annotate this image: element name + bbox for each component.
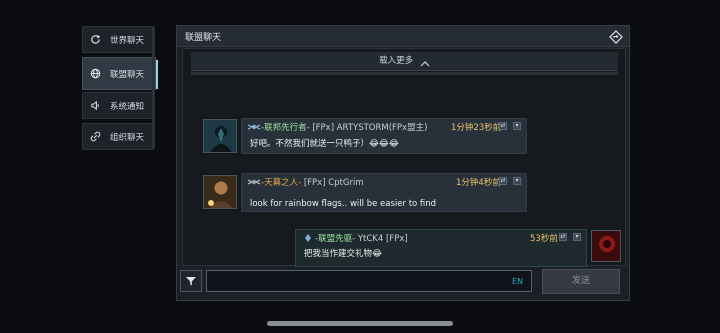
pin-button[interactable]: ▾ [513,122,521,130]
sidebar-item-org-chat[interactable]: 组织聊天 [82,123,154,150]
rank-insignia-icon [247,122,261,132]
alliance-chat-panel: 联盟聊天 载入更多 -联邦先行者- [FPx] ARTYSTORM(FPx盟主)… [176,25,630,301]
send-button[interactable]: 发送 [542,269,620,294]
sidebar-item-label: 联盟聊天 [110,69,145,80]
panel-header: 联盟聊天 [177,26,629,47]
chevron-up-icon [420,57,430,66]
sidebar-item-system-notice[interactable]: 系统通知 [82,92,154,119]
panel-title: 联盟聊天 [185,33,222,43]
sender-title: -联邦先行者- [261,123,310,133]
pin-button[interactable]: ▾ [513,177,521,185]
avatar[interactable] [591,230,621,262]
sidebar-item-world-chat[interactable]: 世界聊天 [82,26,154,53]
refresh-globe-icon [90,34,101,45]
sidebar-divider [152,27,155,148]
sidebar-item-label: 组织聊天 [110,132,145,143]
message-bubble: -联盟先驱- YtCK4 [FPx] 53秒前 ⇄ ▾ 把我当作建交礼物😂 [295,229,587,267]
sender-name: YtCK4 [FPx] [357,234,408,244]
avatar[interactable] [203,119,237,153]
sender-name: [FPx] CptGrim [303,178,364,188]
message-list[interactable]: 载入更多 -联邦先行者- [FPx] ARTYSTORM(FPx盟主) 1分钟2… [182,48,626,267]
message-text: 把我当作建交礼物😂 [304,249,382,259]
pin-button[interactable]: ▾ [573,233,581,241]
avatar[interactable] [203,175,237,209]
globe-icon [90,68,101,79]
composer: EN 发送 [180,269,628,296]
message-bubble: -联邦先行者- [FPx] ARTYSTORM(FPx盟主) 1分钟23秒前 ⇄… [241,118,527,154]
message-bubble: -天幕之人- [FPx] CptGrim 1分钟4秒前 ⇄ ▾ look for… [241,173,527,212]
input-language[interactable]: EN [512,277,523,286]
translate-button[interactable]: ⇄ [499,177,507,185]
sidebar-item-label: 世界聊天 [110,35,145,46]
message-time: 1分钟23秒前 [451,123,502,133]
diamond-arrow-icon[interactable] [609,29,623,44]
speaker-icon [90,100,101,111]
sender-title: -联盟先驱- [315,234,356,244]
sender-line[interactable]: -联邦先行者- [FPx] ARTYSTORM(FPx盟主) [261,121,427,133]
sidebar-item-alliance-chat[interactable]: 联盟聊天 [82,57,158,90]
message-text: look for rainbow flags.. will be easier … [250,199,437,209]
sender-line[interactable]: -联盟先驱- YtCK4 [FPx] [315,232,408,244]
message-time: 53秒前 [530,234,558,244]
message-text: 好吧。不然我们就送一只鸭子）😂😂😂 [250,139,399,149]
load-more-button[interactable]: 载入更多 [191,52,618,71]
list-divider [191,72,618,75]
translate-button[interactable]: ⇄ [499,122,507,130]
filter-button[interactable] [180,270,202,292]
load-more-label: 载入更多 [379,56,414,66]
translate-button[interactable]: ⇄ [559,233,567,241]
sender-line[interactable]: -天幕之人- [FPx] CptGrim [261,176,364,188]
sender-title: -天幕之人- [261,178,302,188]
rank-insignia-icon [301,233,315,243]
channel-sidebar: 世界聊天 联盟聊天 系统通知 组织聊天 [82,26,158,150]
link-icon [90,131,101,142]
filter-icon [185,272,197,291]
sidebar-item-label: 系统通知 [110,101,145,112]
message-input[interactable]: EN [206,270,532,292]
rank-insignia-icon [247,177,261,187]
message-time: 1分钟4秒前 [456,178,501,188]
home-indicator[interactable] [267,321,453,326]
sender-name: [FPx] ARTYSTORM(FPx盟主) [312,123,428,133]
